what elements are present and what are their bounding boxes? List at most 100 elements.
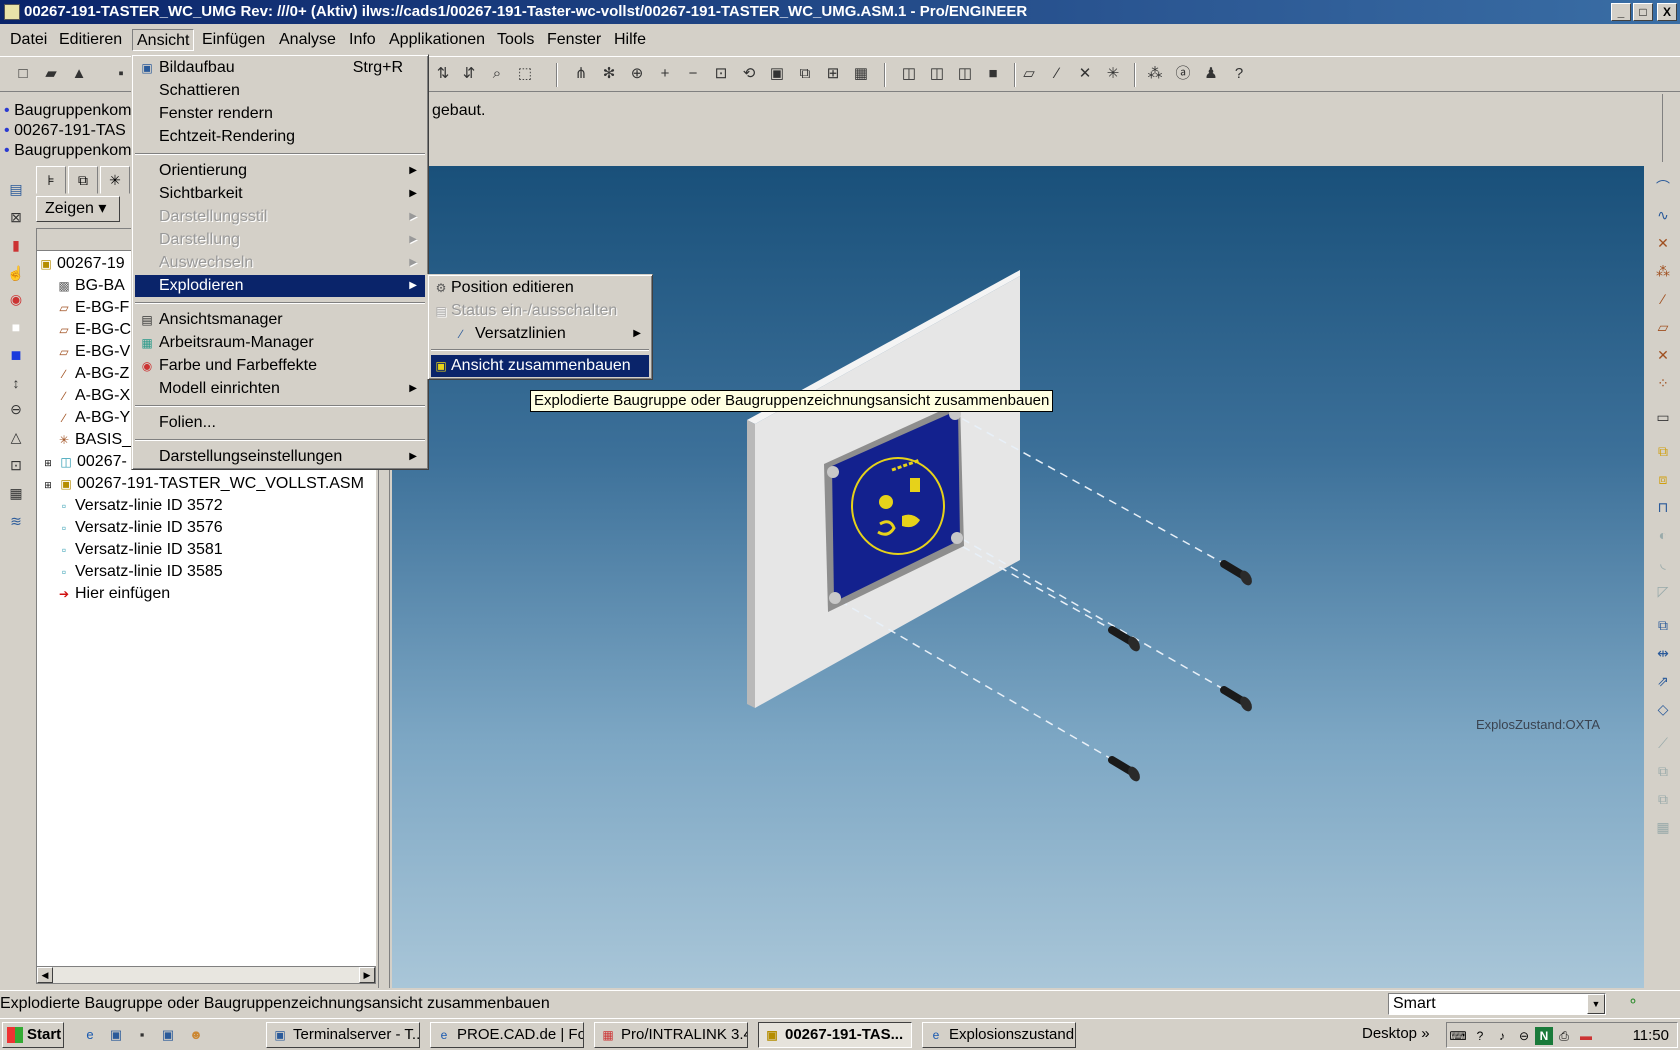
chevron-down-icon[interactable]: ▼ — [1587, 994, 1605, 1014]
menu-item-sichtbarkeit[interactable]: Sichtbarkeit ▶ — [135, 183, 425, 205]
point-tool-icon[interactable]: ✕ — [1652, 344, 1674, 366]
menu-item-orientierung[interactable]: Orientierung ▶ — [135, 160, 425, 182]
n-app-icon[interactable]: N — [1535, 1027, 1553, 1045]
hidden-line-icon[interactable]: ◫ — [926, 63, 948, 85]
menu-item-schattieren[interactable]: Schattieren — [135, 80, 425, 102]
menu-editieren[interactable]: Editieren — [55, 29, 126, 51]
trim-icon[interactable]: ⧉ — [1652, 788, 1674, 810]
curve-icon[interactable]: ∿ — [1652, 204, 1674, 226]
tree-item[interactable]: ⊞ ▣ 00267-191-TASTER_WC_VOLLST.ASM — [41, 473, 364, 495]
regenerate-icon[interactable]: ⇅ — [432, 63, 454, 85]
annotate-icon[interactable]: ▭ — [1652, 406, 1674, 428]
find-icon[interactable]: ⌕ — [486, 63, 508, 85]
surface-icon[interactable]: ◇ — [1652, 698, 1674, 720]
model-info-icon[interactable]: ⓐ — [1172, 63, 1194, 85]
menu-fenster[interactable]: Fenster — [543, 29, 605, 51]
grid-icon[interactable]: ▦ — [1652, 816, 1674, 838]
task-proengineer[interactable]: ▣ 00267-191-TAS... — [758, 1022, 912, 1048]
menu-item-folien[interactable]: Folien... — [135, 412, 425, 434]
tree-item[interactable]: ▫ Versatz-linie ID 3572 — [57, 495, 223, 517]
layers-icon[interactable]: ⧉ — [794, 63, 816, 85]
split-icon[interactable]: ⟋ — [1652, 732, 1674, 754]
menu-item-echtzeit-rendering[interactable]: Echtzeit-Rendering — [135, 126, 425, 148]
message-scrollbar[interactable] — [1662, 94, 1680, 162]
refit-icon[interactable]: ⊡ — [710, 63, 732, 85]
battery-icon[interactable]: ▬ — [1577, 1027, 1595, 1045]
orient-mode-icon[interactable]: ✻ — [598, 63, 620, 85]
white-swatch-icon[interactable]: ■ — [5, 316, 27, 338]
tree-item[interactable]: ▫ Versatz-linie ID 3585 — [57, 561, 223, 583]
quicklaunch-icon[interactable]: ▣ — [158, 1025, 178, 1045]
round-icon[interactable]: ◟ — [1652, 552, 1674, 574]
merge-icon[interactable]: ⧉ — [1652, 760, 1674, 782]
plane-tool-icon[interactable]: ▱ — [1652, 316, 1674, 338]
model-tree-icon[interactable]: ▤ — [5, 178, 27, 200]
tree-item[interactable]: ➔ Hier einfügen — [57, 583, 170, 605]
menu-item-explodieren[interactable]: Explodieren ▶ — [135, 275, 425, 297]
menu-datei[interactable]: Datei — [6, 29, 51, 51]
menu-ansicht[interactable]: Ansicht — [132, 29, 195, 51]
tree-item[interactable]: ▣ 00267-19 — [39, 253, 124, 275]
menu-item-bildaufbau[interactable]: ▣ Bildaufbau Strg+R — [135, 57, 425, 79]
menu-applikationen[interactable]: Applikationen — [385, 29, 489, 51]
submenu-item-ansicht-zusammenbauen[interactable]: ▣ Ansicht zusammenbauen — [431, 355, 649, 377]
zoom-window-icon[interactable]: ⊕ — [626, 63, 648, 85]
menu-item-modell-einrichten[interactable]: Modell einrichten ▶ — [135, 378, 425, 400]
tree-item[interactable]: ∕ A-BG-Z — [57, 363, 129, 385]
zoom-in-icon[interactable]: + — [654, 63, 676, 85]
maximize-button[interactable]: □ — [1633, 3, 1653, 21]
quicklaunch-icon[interactable]: ▣ — [106, 1025, 126, 1045]
menu-analyse[interactable]: Analyse — [275, 29, 340, 51]
close-button[interactable]: X — [1657, 3, 1677, 21]
table-icon[interactable]: ▦ — [5, 482, 27, 504]
menu-item-farbe[interactable]: ◉ Farbe und Farbeffekte — [135, 355, 425, 377]
pointer-icon[interactable]: ☝ — [5, 262, 27, 284]
triangle-icon[interactable]: △ — [5, 426, 27, 448]
mass-props-icon[interactable]: ⊖ — [5, 398, 27, 420]
cut-icon[interactable]: ⊓ — [1652, 496, 1674, 518]
shading-icon[interactable]: ■ — [982, 63, 1004, 85]
submenu-item-position-editieren[interactable]: ⚙ Position editieren — [431, 277, 649, 299]
wireframe-icon[interactable]: ◫ — [898, 63, 920, 85]
menu-item-darstellungseinstellungen[interactable]: Darstellungseinstellungen ▶ — [135, 446, 425, 468]
open-folder-icon[interactable]: ▰ — [40, 63, 62, 85]
zeigen-dropdown[interactable]: Zeigen ▾ — [36, 196, 120, 222]
submenu-item-versatzlinien[interactable]: ∕ Versatzlinien ▶ — [431, 323, 649, 345]
expand-icon[interactable]: ⊞ — [41, 452, 55, 474]
tab-favorites[interactable]: ✳ — [100, 166, 130, 194]
menu-item-arbeitsraum-manager[interactable]: ▦ Arbeitsraum-Manager — [135, 332, 425, 354]
lock-icon[interactable]: ⊡ — [5, 454, 27, 476]
ie-icon[interactable]: e — [80, 1025, 100, 1045]
cross-section-icon[interactable]: ▦ — [850, 63, 872, 85]
desktop-toolbar-label[interactable]: Desktop » — [1362, 1025, 1430, 1042]
no-hidden-icon[interactable]: ◫ — [954, 63, 976, 85]
tree-horizontal-scrollbar[interactable]: ◀ ▶ — [36, 966, 376, 984]
chamfer-icon[interactable]: ◸ — [1652, 580, 1674, 602]
scroll-left-icon[interactable]: ◀ — [37, 967, 53, 983]
open-dropdown-icon[interactable]: ▲ — [68, 63, 90, 85]
select-box-icon[interactable]: ⬚ — [514, 63, 536, 85]
blue-swatch-icon[interactable]: ■ — [5, 344, 27, 366]
menu-tools[interactable]: Tools — [493, 29, 538, 51]
tab-folder-browser[interactable]: ⧉ — [68, 166, 98, 194]
revolve-icon[interactable]: ◐ — [1652, 524, 1674, 546]
tree-item[interactable]: ▱ E-BG-F — [57, 297, 129, 319]
task-proe-cad[interactable]: ePROE.CAD.de | Fo... — [430, 1022, 584, 1048]
task-terminalserver[interactable]: ▣ Terminalserver - T... — [266, 1022, 420, 1048]
tree-item[interactable]: ∕ A-BG-X — [57, 385, 130, 407]
menu-item-fenster-rendern[interactable]: Fenster rendern — [135, 103, 425, 125]
offset-point-icon[interactable]: ⁘ — [1652, 372, 1674, 394]
floppy-icon[interactable]: ▪ — [132, 1025, 152, 1045]
selection-filter[interactable]: Smart ▼ — [1388, 993, 1606, 1015]
context-help-icon[interactable]: ? — [1228, 63, 1250, 85]
coordinate-systems-icon[interactable]: ✳ — [1102, 63, 1124, 85]
datum-planes-icon[interactable]: ▱ — [1018, 63, 1040, 85]
csys-tool-icon[interactable]: ⁂ — [1652, 260, 1674, 282]
tree-item[interactable]: ⊞ ◫ 00267- — [41, 451, 127, 473]
menu-info[interactable]: Info — [345, 29, 380, 51]
sketch-icon[interactable]: ⌒ — [1652, 176, 1674, 198]
tree-item[interactable]: ✳ BASIS_ — [57, 429, 131, 451]
tree-item[interactable]: ▩ BG-BA — [57, 275, 124, 297]
close-window-icon[interactable]: ⊠ — [5, 206, 27, 228]
menu-item-ansichtsmanager[interactable]: ▤ Ansichtsmanager — [135, 309, 425, 331]
